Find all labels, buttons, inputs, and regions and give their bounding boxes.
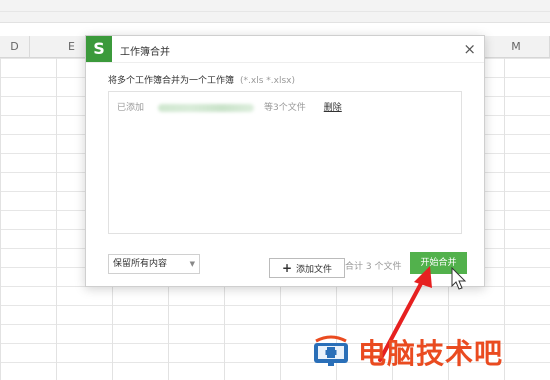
watermark: 电脑技术吧 bbox=[300, 330, 546, 372]
blurred-file-path bbox=[158, 103, 255, 112]
added-label: 已添加 bbox=[117, 103, 145, 113]
column-header-e[interactable]: E bbox=[30, 36, 86, 58]
plus-icon: + bbox=[281, 261, 293, 275]
wps-logo-icon: S bbox=[86, 36, 112, 62]
chevron-down-icon: ▼ bbox=[189, 260, 195, 268]
divider bbox=[0, 11, 550, 12]
delete-link[interactable]: 删除 bbox=[324, 103, 342, 113]
column-label: E bbox=[68, 40, 75, 53]
extensions-hint: (*.xls *.xlsx) bbox=[240, 76, 295, 86]
close-icon[interactable]: × bbox=[463, 40, 476, 58]
add-file-label: 添加文件 bbox=[296, 265, 333, 275]
formula-bar-area bbox=[0, 0, 550, 23]
file-count-text: 等3个文件 bbox=[264, 103, 306, 113]
dialog-description: 将多个工作簿合并为一个工作簿 (*.xls *.xlsx) bbox=[108, 73, 295, 86]
select-value: 保留所有内容 bbox=[113, 259, 168, 269]
computer-logo-icon bbox=[314, 335, 348, 366]
description-text: 将多个工作簿合并为一个工作簿 bbox=[108, 76, 235, 86]
column-header-d[interactable]: D bbox=[0, 36, 30, 58]
merge-workbooks-dialog: S 工作簿合并 × 将多个工作簿合并为一个工作簿 (*.xls *.xlsx) 已… bbox=[85, 35, 485, 287]
mouse-pointer-icon bbox=[451, 267, 467, 290]
watermark-text: 电脑技术吧 bbox=[358, 337, 504, 370]
dialog-titlebar[interactable]: S 工作簿合并 × bbox=[86, 36, 484, 63]
file-list-item: 已添加 等3个文件 删除 bbox=[117, 100, 342, 113]
column-label: M bbox=[511, 40, 521, 53]
column-label: D bbox=[10, 40, 19, 53]
retain-content-select[interactable]: 保留所有内容 ▼ bbox=[108, 254, 200, 274]
file-list-box[interactable]: 已添加 等3个文件 删除 + 添加文件 bbox=[108, 91, 462, 278]
dialog-title: 工作簿合并 bbox=[120, 47, 170, 58]
column-header-m[interactable]: M bbox=[483, 36, 550, 58]
add-file-button[interactable]: + 添加文件 bbox=[269, 258, 345, 278]
